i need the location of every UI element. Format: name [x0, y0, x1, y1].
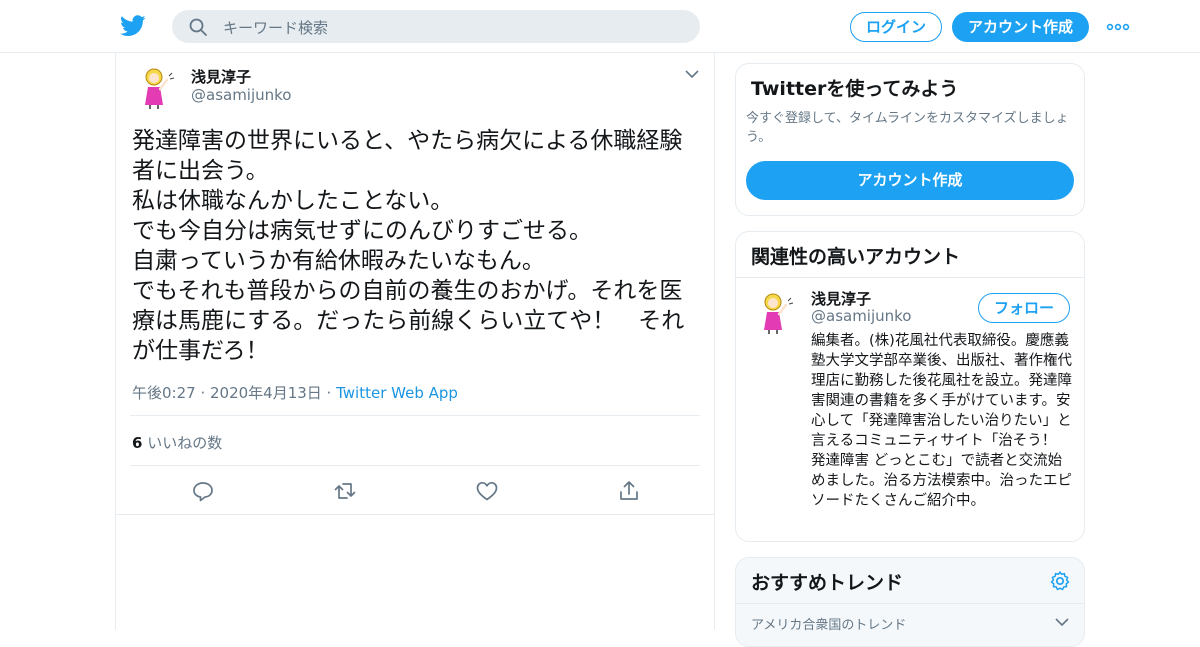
like-icon[interactable] — [475, 479, 499, 503]
account-handle[interactable]: @asamijunko — [811, 307, 912, 325]
signup-promo-card: Twitterを使ってみよう 今すぐ登録して、タイムラインをカスタマイズしましょ… — [735, 63, 1085, 216]
promo-title: Twitterを使ってみよう — [751, 78, 959, 100]
trends-title: おすすめトレンド — [751, 572, 904, 594]
avatar-illustration — [132, 63, 180, 111]
top-bar: キーワード検索 ログイン アカウント作成 — [0, 0, 1200, 53]
follow-button[interactable]: フォロー — [978, 293, 1070, 323]
divider — [736, 603, 1084, 604]
tweet-text: 発達障害の世界にいると、やたら病欠による休職経験者に出会う。 私は休職なんかした… — [132, 128, 685, 364]
tweet-timestamp[interactable]: 午後0:27 · 2020年4月13日 · — [132, 384, 336, 402]
related-title: 関連性の高いアカウント — [751, 246, 961, 268]
more-dots-icon[interactable] — [1106, 18, 1130, 36]
account-bio: 編集者。(株)花風社代表取締役。慶應義塾大学文学部卒業後、出版社、著作権代理店に… — [811, 333, 1072, 509]
chevron-down-icon[interactable] — [684, 67, 700, 81]
login-button[interactable]: ログイン — [850, 12, 942, 42]
author-handle[interactable]: @asamijunko — [191, 86, 292, 104]
tweet-meta: 午後0:27 · 2020年4月13日 · Twitter Web App — [132, 382, 458, 403]
search-box[interactable]: キーワード検索 — [172, 10, 700, 43]
chevron-down-icon[interactable] — [1054, 616, 1070, 628]
tweet-panel: 浅見淳子 @asamijunko 発達障害の世界にいると、やたら病欠による休職経… — [115, 53, 715, 630]
avatar[interactable] — [132, 63, 180, 111]
like-count-label: いいねの数 — [142, 434, 223, 452]
account-name[interactable]: 浅見淳子 — [811, 288, 871, 309]
divider — [130, 415, 700, 416]
reply-icon[interactable] — [191, 479, 215, 503]
like-count[interactable]: 6 いいねの数 — [132, 432, 222, 453]
signup-button[interactable]: アカウント作成 — [952, 12, 1089, 42]
share-icon[interactable] — [617, 479, 641, 503]
tweet-source-link[interactable]: Twitter Web App — [336, 384, 458, 402]
avatar[interactable] — [751, 288, 799, 336]
retweet-icon[interactable] — [333, 479, 357, 503]
related-accounts-card: 関連性の高いアカウント 浅見淳子 @asamijunko フォロー 編集者。(株… — [735, 231, 1085, 542]
search-input[interactable]: キーワード検索 — [223, 17, 328, 38]
promo-subtitle: 今すぐ登録して、タイムラインをカスタマイズしましょう。 — [746, 111, 1069, 145]
divider — [116, 514, 715, 515]
promo-signup-button[interactable]: アカウント作成 — [746, 161, 1074, 200]
twitter-bird-icon[interactable] — [120, 14, 146, 38]
gear-icon[interactable] — [1049, 570, 1071, 592]
divider — [736, 277, 1084, 278]
divider — [130, 465, 700, 466]
avatar-illustration — [751, 288, 799, 336]
search-icon — [189, 18, 207, 36]
like-count-value: 6 — [132, 434, 143, 452]
trends-card: おすすめトレンド アメリカ合衆国のトレンド — [735, 557, 1085, 647]
author-name[interactable]: 浅見淳子 — [191, 66, 251, 87]
trends-location: アメリカ合衆国のトレンド — [751, 618, 907, 633]
